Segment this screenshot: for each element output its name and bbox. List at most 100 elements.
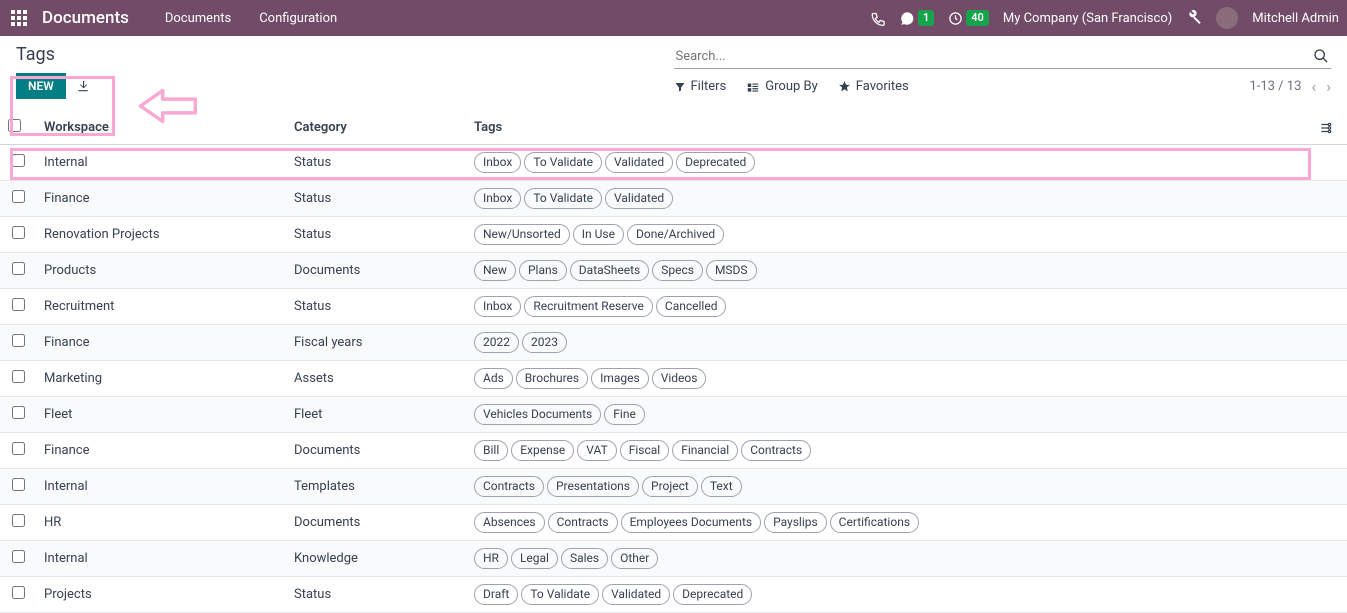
select-all-checkbox[interactable]: [8, 119, 21, 132]
table-row[interactable]: FinanceStatusInboxTo ValidateValidated: [0, 181, 1347, 217]
tag-pill[interactable]: Contracts: [548, 512, 618, 533]
tag-pill[interactable]: In Use: [573, 224, 624, 245]
tag-pill[interactable]: New/Unsorted: [474, 224, 570, 245]
tag-pill[interactable]: Payslips: [764, 512, 827, 533]
table-row[interactable]: InternalTemplatesContractsPresentationsP…: [0, 469, 1347, 505]
row-checkbox[interactable]: [12, 442, 25, 455]
tag-pill[interactable]: To Validate: [524, 152, 602, 173]
new-button[interactable]: NEW: [16, 73, 66, 99]
table-row[interactable]: FleetFleetVehicles DocumentsFine: [0, 397, 1347, 433]
col-workspace[interactable]: Workspace: [36, 111, 286, 145]
tag-pill[interactable]: Validated: [605, 152, 673, 173]
row-checkbox[interactable]: [12, 550, 25, 563]
tag-pill[interactable]: New: [474, 260, 516, 281]
tag-pill[interactable]: Cancelled: [656, 296, 727, 317]
tag-pill[interactable]: Specs: [652, 260, 703, 281]
tag-pill[interactable]: VAT: [577, 440, 616, 461]
avatar[interactable]: [1216, 7, 1238, 29]
table-row[interactable]: HRDocumentsAbsencesContractsEmployees Do…: [0, 505, 1347, 541]
tag-pill[interactable]: 2023: [522, 332, 567, 353]
tag-pill[interactable]: Fiscal: [620, 440, 669, 461]
search-input[interactable]: [676, 49, 1314, 64]
tag-pill[interactable]: Inbox: [474, 152, 521, 173]
col-tags[interactable]: Tags: [466, 111, 1311, 145]
tag-pill[interactable]: Sales: [561, 548, 608, 569]
tag-pill[interactable]: Deprecated: [676, 152, 755, 173]
row-checkbox[interactable]: [12, 226, 25, 239]
tag-pill[interactable]: Contracts: [474, 476, 544, 497]
row-checkbox[interactable]: [12, 370, 25, 383]
tag-pill[interactable]: Deprecated: [673, 584, 752, 605]
col-category[interactable]: Category: [286, 111, 466, 145]
tag-pill[interactable]: To Validate: [524, 188, 602, 209]
phone-icon[interactable]: [871, 11, 886, 26]
pager-value[interactable]: 1-13 / 13: [1249, 79, 1301, 94]
row-checkbox[interactable]: [12, 334, 25, 347]
app-title[interactable]: Documents: [42, 8, 129, 28]
row-checkbox[interactable]: [12, 406, 25, 419]
table-row[interactable]: ProductsDocumentsNewPlansDataSheetsSpecs…: [0, 253, 1347, 289]
tag-pill[interactable]: Certifications: [830, 512, 919, 533]
tag-pill[interactable]: Ads: [474, 368, 513, 389]
tag-pill[interactable]: Vehicles Documents: [474, 404, 601, 425]
table-row[interactable]: InternalStatusInboxTo ValidateValidatedD…: [0, 145, 1347, 181]
company-switcher[interactable]: My Company (San Francisco): [1003, 11, 1172, 26]
tag-pill[interactable]: Project: [642, 476, 698, 497]
tag-pill[interactable]: Brochures: [516, 368, 588, 389]
tag-pill[interactable]: Legal: [511, 548, 558, 569]
tag-pill[interactable]: Validated: [605, 188, 673, 209]
pager-prev-icon[interactable]: ‹: [1311, 77, 1316, 96]
tag-pill[interactable]: Contracts: [741, 440, 811, 461]
row-checkbox[interactable]: [12, 478, 25, 491]
table-row[interactable]: Renovation ProjectsStatusNew/UnsortedIn …: [0, 217, 1347, 253]
tag-pill[interactable]: MSDS: [706, 260, 757, 281]
tag-pill[interactable]: Presentations: [547, 476, 639, 497]
user-menu[interactable]: Mitchell Admin: [1252, 11, 1339, 26]
debug-icon[interactable]: [1186, 10, 1202, 26]
tag-pill[interactable]: Fine: [604, 404, 645, 425]
tag-pill[interactable]: Bill: [474, 440, 508, 461]
search-field[interactable]: [674, 44, 1332, 69]
groupby-button[interactable]: Group By: [746, 79, 818, 94]
tag-pill[interactable]: DataSheets: [570, 260, 649, 281]
columns-settings-icon[interactable]: [1319, 121, 1339, 135]
table-row[interactable]: ProjectsStatusDraftTo ValidateValidatedD…: [0, 577, 1347, 613]
favorites-button[interactable]: Favorites: [838, 79, 909, 94]
row-checkbox[interactable]: [12, 298, 25, 311]
tag-pill[interactable]: Videos: [652, 368, 707, 389]
table-row[interactable]: InternalKnowledgeHRLegalSalesOther: [0, 541, 1347, 577]
tag-pill[interactable]: Recruitment Reserve: [524, 296, 653, 317]
tag-pill[interactable]: Images: [591, 368, 649, 389]
nav-documents[interactable]: Documents: [155, 11, 241, 26]
table-row[interactable]: FinanceDocumentsBillExpenseVATFiscalFina…: [0, 433, 1347, 469]
download-icon[interactable]: [76, 79, 90, 93]
row-checkbox[interactable]: [12, 514, 25, 527]
tag-pill[interactable]: Financial: [672, 440, 738, 461]
tag-pill[interactable]: To Validate: [521, 584, 599, 605]
tag-pill[interactable]: Inbox: [474, 188, 521, 209]
filters-button[interactable]: Filters: [674, 79, 727, 94]
tag-pill[interactable]: Inbox: [474, 296, 521, 317]
search-icon[interactable]: [1313, 48, 1329, 64]
tag-pill[interactable]: Text: [701, 476, 742, 497]
apps-launcher-icon[interactable]: [8, 7, 30, 29]
tag-pill[interactable]: Absences: [474, 512, 545, 533]
nav-configuration[interactable]: Configuration: [249, 11, 347, 26]
messages-icon[interactable]: 1: [900, 10, 934, 26]
table-row[interactable]: RecruitmentStatusInboxRecruitment Reserv…: [0, 289, 1347, 325]
row-checkbox[interactable]: [12, 262, 25, 275]
table-row[interactable]: FinanceFiscal years20222023: [0, 325, 1347, 361]
tag-pill[interactable]: Plans: [519, 260, 567, 281]
tag-pill[interactable]: Done/Archived: [627, 224, 724, 245]
tag-pill[interactable]: Employees Documents: [621, 512, 762, 533]
tag-pill[interactable]: Draft: [474, 584, 518, 605]
pager-next-icon[interactable]: ›: [1326, 77, 1331, 96]
row-checkbox[interactable]: [12, 586, 25, 599]
tag-pill[interactable]: Other: [611, 548, 658, 569]
table-row[interactable]: MarketingAssetsAdsBrochuresImagesVideos: [0, 361, 1347, 397]
tag-pill[interactable]: Validated: [602, 584, 670, 605]
tag-pill[interactable]: HR: [474, 548, 508, 569]
tag-pill[interactable]: Expense: [511, 440, 574, 461]
tag-pill[interactable]: 2022: [474, 332, 519, 353]
row-checkbox[interactable]: [12, 190, 25, 203]
